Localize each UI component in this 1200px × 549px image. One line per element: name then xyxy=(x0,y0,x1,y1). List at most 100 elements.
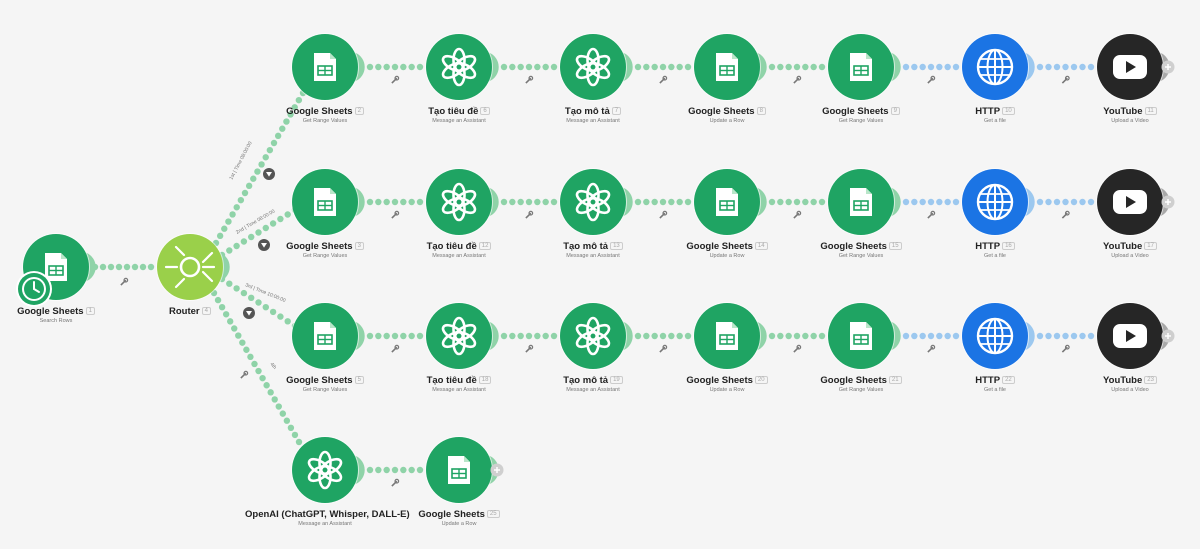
module-name: Google Sheets xyxy=(820,241,887,252)
wrench-icon[interactable] xyxy=(1061,210,1070,220)
wrench-icon[interactable] xyxy=(659,75,668,85)
module-id-badge: 2 xyxy=(354,107,364,116)
clock-icon[interactable] xyxy=(16,271,52,307)
module-route2-4[interactable] xyxy=(693,168,767,236)
connector-dot xyxy=(275,403,282,410)
add-module-button[interactable] xyxy=(1161,329,1175,343)
connector-row1-4 xyxy=(768,63,826,71)
module-route1-2[interactable] xyxy=(425,33,499,101)
wrench-icon[interactable] xyxy=(1061,75,1070,85)
connector-dot xyxy=(240,289,248,297)
module-name: YouTube xyxy=(1103,106,1143,117)
module-name: Google Sheets xyxy=(688,106,755,117)
connector-dot xyxy=(517,332,524,340)
module-route2-3[interactable] xyxy=(559,168,633,236)
module-name: Google Sheets xyxy=(17,306,84,317)
connector-row1-1 xyxy=(366,63,424,71)
module-route1-7[interactable] xyxy=(1096,33,1170,101)
module-route3-7[interactable] xyxy=(1096,302,1170,370)
module-route2-1[interactable] xyxy=(291,168,365,236)
wrench-icon[interactable] xyxy=(391,210,400,220)
connector-dot xyxy=(284,318,291,325)
module-route4-1[interactable] xyxy=(291,436,365,504)
connector-dot xyxy=(233,285,240,292)
module-name: Tạo mô tả xyxy=(564,106,610,117)
connector-dot xyxy=(509,198,516,206)
module-name: HTTP xyxy=(975,375,1001,386)
connector-dot xyxy=(534,63,541,71)
connector-dot xyxy=(550,63,558,71)
wrench-icon[interactable] xyxy=(391,75,400,85)
module-action: Upload a Video xyxy=(1111,118,1149,124)
add-module-button[interactable] xyxy=(1161,195,1175,209)
add-module-button[interactable] xyxy=(490,463,504,477)
wrench-icon[interactable] xyxy=(793,75,802,85)
connector-row1-6 xyxy=(1036,63,1095,71)
module-route3-6[interactable] xyxy=(961,302,1035,370)
connector-dot xyxy=(785,63,792,71)
connector-dot xyxy=(226,318,234,325)
connector-dot xyxy=(659,332,667,340)
connector-dot xyxy=(534,198,541,206)
module-route1-6[interactable] xyxy=(961,33,1035,101)
connector-dot xyxy=(919,332,926,340)
connector-dot xyxy=(391,332,399,340)
module-route1-3[interactable] xyxy=(559,33,633,101)
wrench-icon[interactable] xyxy=(525,75,534,85)
connector-dot xyxy=(684,332,692,340)
module-label: YouTube 17 Upload a Video xyxy=(1050,239,1200,259)
connector-dot xyxy=(927,63,935,71)
wrench-icon[interactable] xyxy=(525,210,534,220)
wrench-icon[interactable] xyxy=(793,210,802,220)
sheets-icon xyxy=(314,188,336,216)
globe-icon xyxy=(976,317,1014,355)
filter-icon[interactable] xyxy=(263,168,275,180)
module-route3-2[interactable] xyxy=(425,302,499,370)
connector-dot xyxy=(651,332,658,340)
wrench-icon[interactable] xyxy=(659,210,668,220)
wrench-icon[interactable] xyxy=(1061,344,1070,354)
wrench-icon[interactable] xyxy=(927,344,936,354)
connector-dot xyxy=(643,63,650,71)
module-route4-2[interactable] xyxy=(425,436,499,504)
connector-dot xyxy=(375,466,382,474)
module-route3-5[interactable] xyxy=(827,302,901,370)
wrench-icon[interactable] xyxy=(391,478,400,488)
connector-dot xyxy=(802,198,809,206)
module-route1-5[interactable] xyxy=(827,33,901,101)
connector-dot xyxy=(366,63,374,71)
connector-dot xyxy=(793,63,801,71)
module-route1-1[interactable] xyxy=(291,33,365,101)
module-route1-4[interactable] xyxy=(693,33,767,101)
connector-dot xyxy=(1062,198,1069,206)
connector-row3-2 xyxy=(500,332,558,340)
module-route2-7[interactable] xyxy=(1096,168,1170,236)
wrench-icon[interactable] xyxy=(391,344,400,354)
wrench-icon[interactable] xyxy=(927,75,936,85)
add-module-button[interactable] xyxy=(1161,60,1175,74)
wrench-icon[interactable] xyxy=(793,344,802,354)
module-route2-6[interactable] xyxy=(961,168,1035,236)
module-id-badge: 9 xyxy=(890,107,900,116)
connector-dot xyxy=(952,63,960,71)
connector-dot xyxy=(383,466,390,474)
module-route3-3[interactable] xyxy=(559,302,633,370)
wrench-icon[interactable] xyxy=(525,344,534,354)
module-route3-4[interactable] xyxy=(693,302,767,370)
module-route3-1[interactable] xyxy=(291,302,365,370)
wrench-icon[interactable] xyxy=(659,344,668,354)
module-route2-2[interactable] xyxy=(425,168,499,236)
module-action: Upload a Video xyxy=(1111,387,1149,393)
connector-row2-5 xyxy=(902,198,960,206)
connector-dot xyxy=(1070,332,1078,340)
connector-dot xyxy=(643,332,650,340)
connector-dot xyxy=(279,410,287,417)
module-route2-5[interactable] xyxy=(827,168,901,236)
wrench-icon[interactable] xyxy=(927,210,936,220)
wrench-icon[interactable] xyxy=(120,277,129,287)
module-id-badge: 7 xyxy=(611,107,622,116)
connector-dot xyxy=(902,332,910,340)
connector-dot xyxy=(500,198,508,206)
connector-dot xyxy=(919,198,926,206)
module-id-badge: 15 xyxy=(888,242,902,251)
